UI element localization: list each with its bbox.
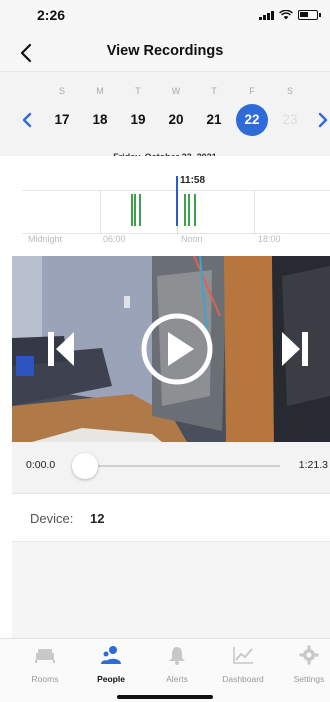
recording-event-marker[interactable] [184,194,186,226]
home-indicator [117,695,213,699]
date-item[interactable]: 19 [122,104,154,136]
date-item[interactable]: 17 [46,104,78,136]
weekday-label: T [135,86,141,96]
skip-next-icon[interactable] [280,330,310,368]
cursor-time-label: 11:58 [180,175,206,186]
recording-event-marker[interactable] [188,194,190,226]
week-calendar: S M T W T F S 17 18 19 20 21 22 23 Frida… [0,72,330,162]
recording-event-marker[interactable] [131,194,133,226]
recording-timeline[interactable]: 11:58 Midnight 06:00 Noon 18:00 [0,156,330,246]
battery-icon [298,10,321,20]
wifi-icon [279,10,293,20]
date-item-disabled: 23 [282,112,298,127]
timeline-cursor[interactable] [176,176,178,226]
current-time: 0:00.0 [26,459,56,471]
date-row: 17 18 19 20 21 22 23 [0,102,330,136]
chart-icon [233,647,253,664]
recording-event-marker[interactable] [194,194,196,226]
video-player[interactable] [12,256,330,442]
tab-label: People [97,674,125,684]
timeline-tick [254,191,255,235]
date-item[interactable]: 21 [198,104,230,136]
skip-previous-icon[interactable] [46,330,76,368]
content-empty-area [12,542,330,638]
status-bar: 2:26 [0,0,330,34]
bed-icon [35,649,55,663]
status-icons [259,10,321,20]
weekday-label: T [211,86,217,96]
tab-label: Alerts [166,674,188,684]
people-icon [101,646,121,664]
weekday-label: F [249,86,255,96]
signal-icon [259,10,274,20]
device-info: Device: 12 [12,494,330,542]
timeline-tick [100,191,101,235]
tab-label: Settings [293,674,325,684]
tab-bar: Rooms People Alerts Dashboard Settings [0,638,330,702]
weekday-label: M [96,86,104,96]
total-time: 1:21.3 [298,459,328,471]
weekday-label: W [171,86,181,96]
tab-dashboard[interactable]: Dashboard [210,645,276,693]
device-label: Device: [30,511,74,526]
weekday-label: S [286,86,293,96]
timeline-label: 06:00 [103,234,126,244]
timeline-label: 18:00 [258,234,281,244]
recording-event-marker[interactable] [139,194,141,226]
timeline-label: Midnight [28,234,63,244]
tab-settings[interactable]: Settings [276,645,330,693]
recording-event-marker[interactable] [134,194,136,226]
next-week-icon[interactable] [316,112,330,128]
device-value: 12 [90,511,105,526]
scrubber-track[interactable] [90,465,280,467]
weekday-row: S M T W T F S [45,86,305,98]
gear-icon [299,645,319,665]
tab-label: Dashboard [222,674,264,684]
tab-people[interactable]: People [78,645,144,693]
playback-controls: 0:00.0 1:21.3 [12,442,330,494]
date-item-selected[interactable]: 22 [236,104,268,136]
status-time: 2:26 [37,7,66,23]
tab-alerts[interactable]: Alerts [144,645,210,693]
date-item[interactable]: 20 [160,104,192,136]
bell-icon [169,647,185,665]
page-title: View Recordings [106,43,224,59]
nav-bar: View Recordings [0,34,330,72]
timeline-label: Noon [181,234,203,244]
date-item[interactable]: 18 [84,104,116,136]
previous-week-icon[interactable] [20,112,34,128]
play-circle-icon[interactable] [140,312,214,386]
weekday-label: S [58,86,65,96]
tab-rooms[interactable]: Rooms [12,645,78,693]
tab-label: Rooms [31,674,59,684]
scrubber-thumb[interactable] [72,453,98,479]
